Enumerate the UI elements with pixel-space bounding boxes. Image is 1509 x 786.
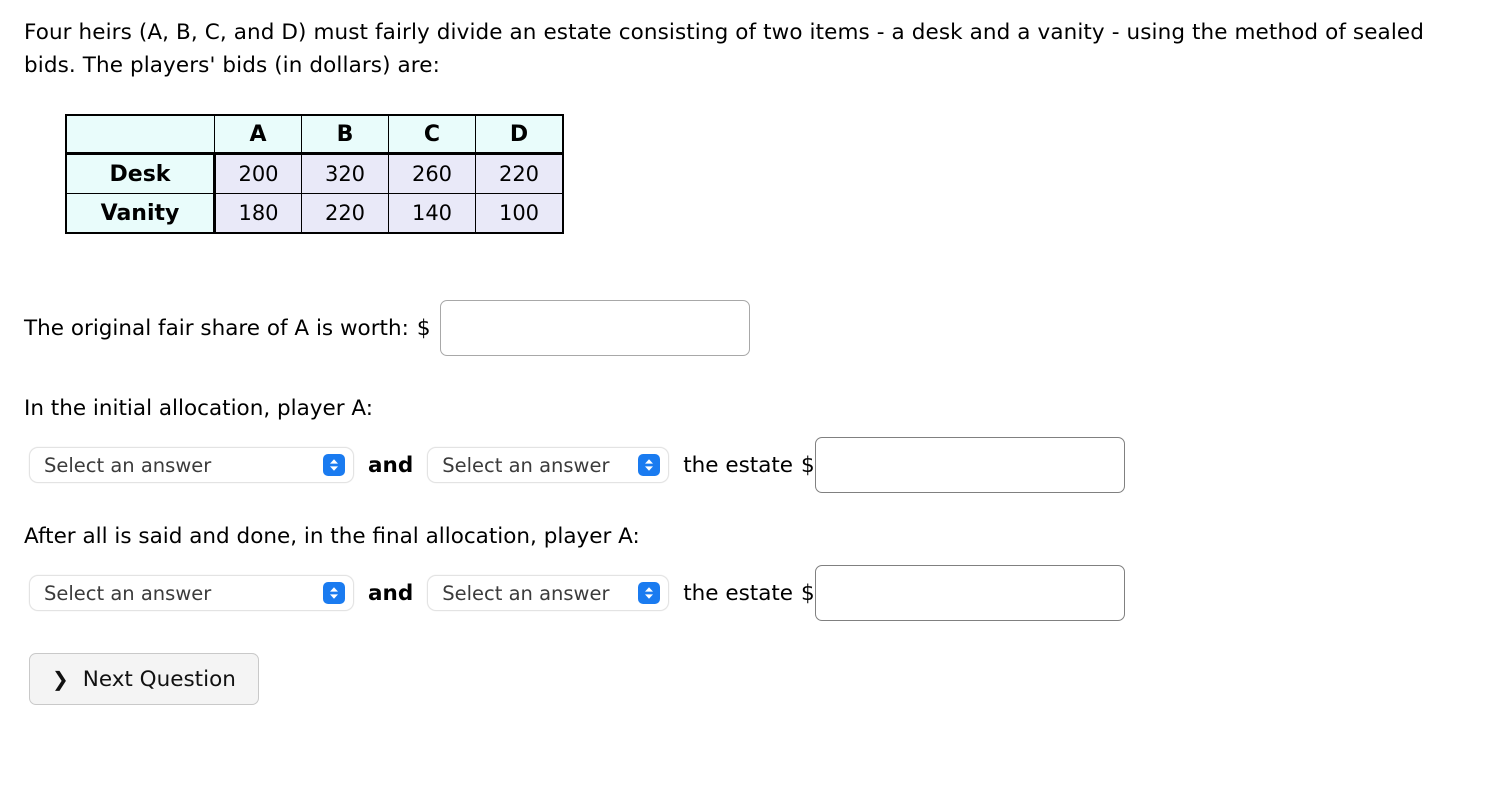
next-question-button-label: Next Question	[82, 666, 236, 692]
final-allocation-action-select[interactable]: Select an answer	[29, 575, 354, 611]
initial-allocation-phrase: the estate	[683, 452, 794, 478]
row-header-vanity: Vanity	[65, 193, 216, 234]
initial-allocation-label: In the initial allocation, player A:	[24, 396, 373, 421]
row-header-desk: Desk	[65, 153, 216, 194]
table-header-row: A B C D	[65, 114, 564, 155]
bids-table: A B C D Desk 200 320 260 220 Vanity 180	[65, 114, 564, 234]
final-allocation-controls: Select an answer and Select an answer th…	[29, 565, 1125, 621]
chevron-updown-icon[interactable]	[638, 582, 661, 604]
final-allocation-action-value: Select an answer	[44, 581, 212, 605]
table-corner-cell	[65, 114, 215, 155]
chevron-updown-icon[interactable]	[638, 454, 661, 476]
cell-vanity-a: 180	[214, 193, 302, 234]
cell-desk-a: 200	[214, 153, 302, 194]
column-header-b: B	[301, 114, 389, 155]
bids-table-head: A B C D	[65, 114, 564, 155]
cell-vanity-d: 100	[475, 193, 564, 234]
initial-allocation-controls: Select an answer and Select an answer th…	[29, 437, 1125, 493]
final-allocation-direction-select[interactable]: Select an answer	[427, 575, 670, 611]
cell-vanity-c: 140	[388, 193, 476, 234]
fair-share-label: The original fair share of A is worth:	[24, 315, 409, 341]
initial-allocation-direction-value: Select an answer	[442, 453, 610, 477]
fair-share-row: The original fair share of A is worth: $	[24, 300, 750, 356]
fair-share-currency-symbol: $	[416, 315, 431, 341]
column-header-a: A	[214, 114, 302, 155]
final-allocation-phrase: the estate	[683, 580, 794, 606]
chevron-updown-icon[interactable]	[323, 582, 345, 604]
question-prompt: Four heirs (A, B, C, and D) must fairly …	[24, 20, 1424, 78]
final-allocation-amount-input[interactable]	[814, 565, 1125, 621]
column-header-c: C	[388, 114, 476, 155]
table-row: Vanity 180 220 140 100	[65, 193, 564, 234]
initial-allocation-action-value: Select an answer	[44, 453, 212, 477]
final-allocation-conjunction: and	[368, 580, 414, 606]
chevron-updown-icon[interactable]	[323, 454, 345, 476]
bids-table-body: Desk 200 320 260 220 Vanity 180 220 140 …	[65, 153, 564, 234]
cell-desk-b: 320	[301, 153, 389, 194]
initial-allocation-action-select[interactable]: Select an answer	[29, 447, 354, 483]
cell-desk-c: 260	[388, 153, 476, 194]
next-question-button[interactable]: ❯ Next Question	[29, 653, 259, 705]
final-allocation-label: After all is said and done, in the final…	[24, 524, 640, 549]
chevron-right-icon: ❯	[52, 667, 69, 691]
question-page: Four heirs (A, B, C, and D) must fairly …	[0, 0, 1509, 786]
initial-allocation-conjunction: and	[368, 452, 414, 478]
cell-desk-d: 220	[475, 153, 564, 194]
initial-allocation-direction-select[interactable]: Select an answer	[427, 447, 670, 483]
fair-share-input[interactable]	[439, 300, 750, 356]
final-allocation-direction-value: Select an answer	[442, 581, 610, 605]
initial-allocation-currency-symbol: $	[801, 452, 815, 478]
table-row: Desk 200 320 260 220	[65, 153, 564, 194]
bids-table-container: A B C D Desk 200 320 260 220 Vanity 180	[65, 114, 564, 234]
final-allocation-currency-symbol: $	[801, 580, 815, 606]
cell-vanity-b: 220	[301, 193, 389, 234]
initial-allocation-amount-input[interactable]	[814, 437, 1125, 493]
column-header-d: D	[475, 114, 564, 155]
